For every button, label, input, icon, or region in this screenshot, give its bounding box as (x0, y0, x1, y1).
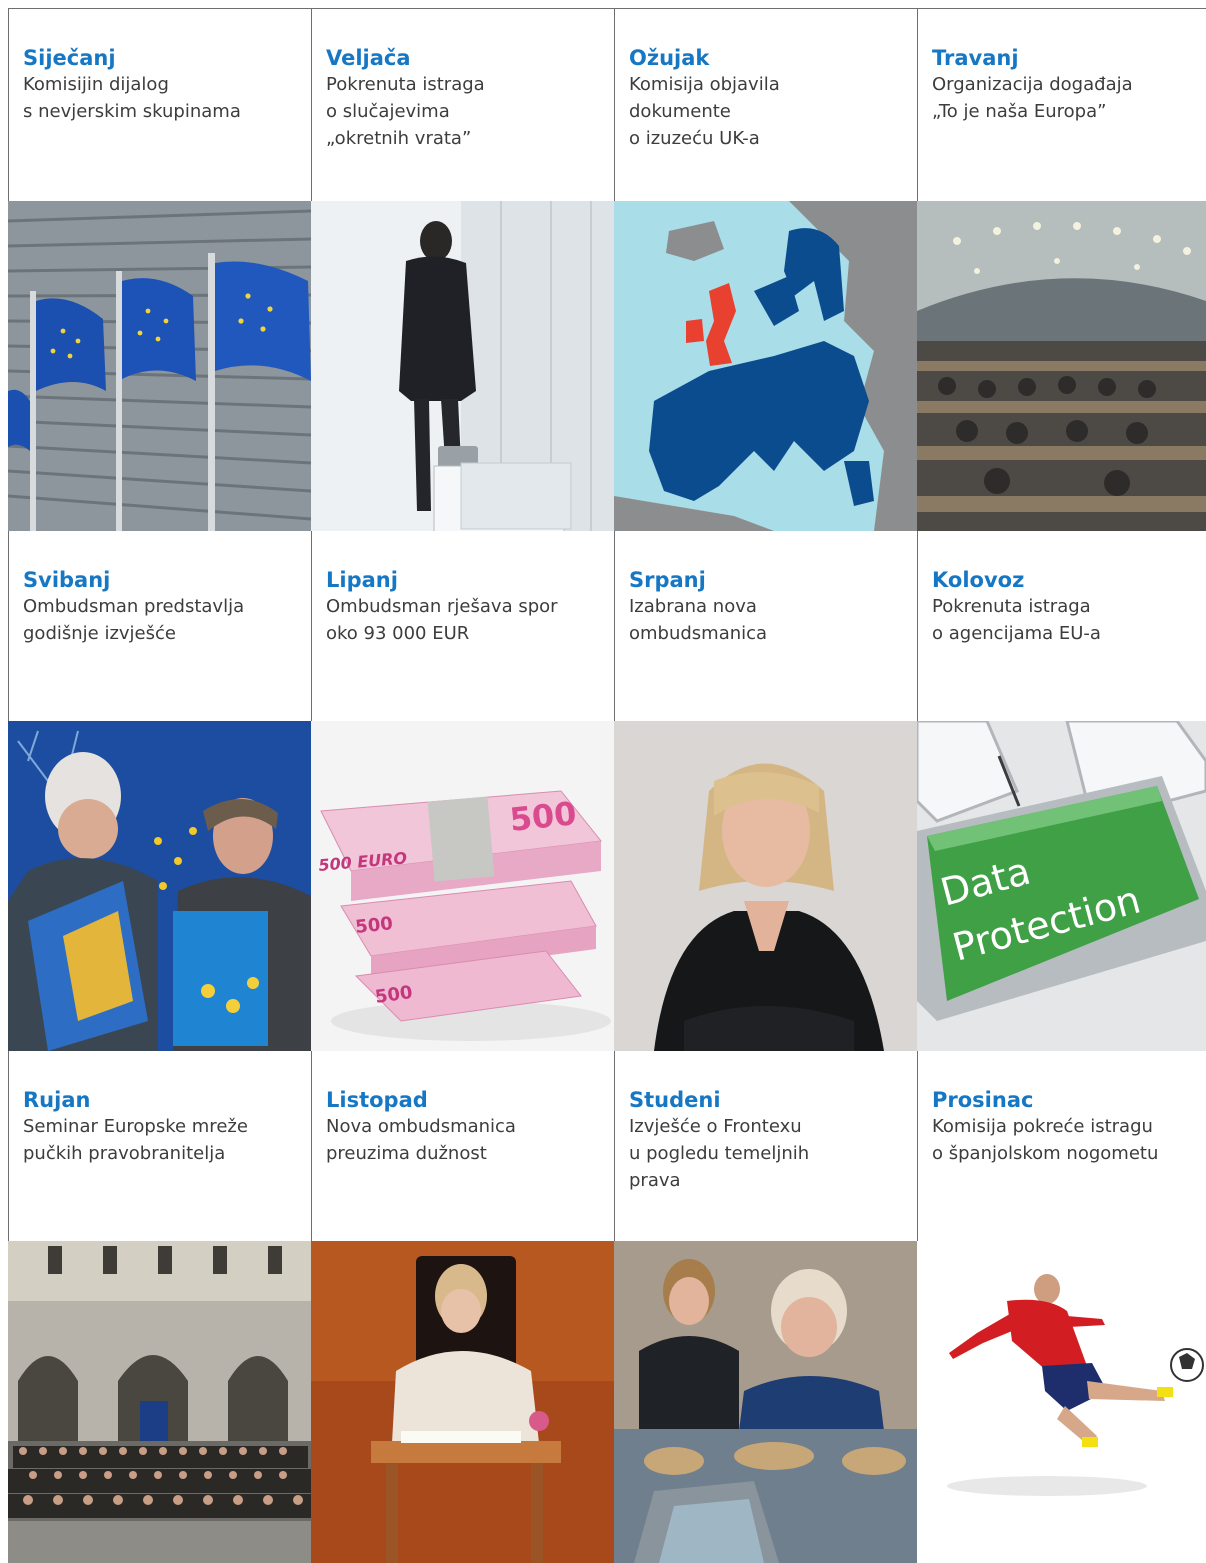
parliament-hall-image (917, 201, 1206, 531)
timeline-cell-november: Studeni Izvješće o Frontexu u pogledu te… (614, 1051, 917, 1241)
football-player-image (917, 1241, 1206, 1563)
timeline-cell-september: Rujan Seminar Europske mreže pučkih prav… (8, 1051, 311, 1241)
timeline-text-row-2: Svibanj Ombudsman predstavlja godišnje i… (8, 531, 1206, 721)
timeline-image-row-1 (8, 201, 1206, 531)
month-title: Svibanj (23, 568, 111, 592)
month-description: Organizacija događaja „To je naša Europa… (932, 74, 1133, 122)
month-title: Veljača (326, 46, 411, 70)
month-description: Izabrana nova ombudsmanica (629, 596, 768, 644)
month-title: Prosinac (932, 1088, 1034, 1112)
month-title: Travanj (932, 46, 1019, 70)
timeline-image-row-2: 500 500 EURO 500 500 Data Protection (8, 721, 1206, 1051)
month-description: Komisija pokreće istragu o španjolskom n… (932, 1116, 1159, 1164)
month-description: Nova ombudsmanica preuzima dužnost (326, 1116, 516, 1164)
timeline-cell-february: Veljača Pokrenuta istraga o slučajevima … (311, 9, 614, 201)
month-title: Lipanj (326, 568, 398, 592)
eu-flags-building-image (8, 201, 311, 531)
euro-banknotes-image: 500 500 EURO 500 500 (311, 721, 614, 1051)
month-title: Rujan (23, 1088, 91, 1112)
month-description: Ombudsman predstavlja godišnje izvješće (23, 596, 245, 644)
timeline-cell-june: Lipanj Ombudsman rješava spor oko 93 000… (311, 531, 614, 721)
timeline-text-row-1: Siječanj Komisijin dijalog s nevjerskim … (8, 9, 1206, 201)
timeline-cell-may: Svibanj Ombudsman predstavlja godišnje i… (8, 531, 311, 721)
month-description: Seminar Europske mreže pučkih pravobrani… (23, 1116, 248, 1164)
timeline-cell-october: Listopad Nova ombudsmanica preuzima dužn… (311, 1051, 614, 1241)
data-protection-key-image: Data Protection (917, 721, 1206, 1051)
timeline-cell-january: Siječanj Komisijin dijalog s nevjerskim … (8, 9, 311, 201)
month-title: Studeni (629, 1088, 721, 1112)
timeline-cell-december: Prosinac Komisija pokreće istragu o špan… (917, 1051, 1206, 1241)
ombudsman-report-image (8, 721, 311, 1051)
month-description: Komisija objavila dokumente o izuzeću UK… (629, 74, 780, 149)
month-description: Komisijin dijalog s nevjerskim skupinama (23, 74, 241, 122)
timeline-cell-april: Travanj Organizacija događaja „To je naš… (917, 9, 1206, 201)
month-description: Ombudsman rješava spor oko 93 000 EUR (326, 596, 558, 644)
month-description: Izvješće o Frontexu u pogledu temeljnih … (629, 1116, 810, 1191)
timeline-cell-august: Kolovoz Pokrenuta istraga o agencijama E… (917, 531, 1206, 721)
timeline-grid: Siječanj Komisijin dijalog s nevjerskim … (8, 8, 1206, 1563)
month-title: Ožujak (629, 46, 710, 70)
europe-map-image (614, 201, 917, 531)
month-title: Srpanj (629, 568, 706, 592)
month-description: Pokrenuta istraga o agencijama EU-a (932, 596, 1101, 644)
timeline-cell-july: Srpanj Izabrana nova ombudsmanica (614, 531, 917, 721)
timeline-text-row-3: Rujan Seminar Europske mreže pučkih prav… (8, 1051, 1206, 1241)
timeline-image-row-3 (8, 1241, 1206, 1563)
group-photo-seminar-image (8, 1241, 311, 1563)
businessman-walking-image (311, 201, 614, 531)
timeline-cell-march: Ožujak Komisija objavila dokumente o izu… (614, 9, 917, 201)
month-description: Pokrenuta istraga o slučajevima „okretni… (326, 74, 485, 149)
hearing-meeting-image (614, 1241, 917, 1563)
month-title: Listopad (326, 1088, 428, 1112)
month-title: Kolovoz (932, 568, 1025, 592)
new-ombudswoman-portrait-image (614, 721, 917, 1051)
signing-oath-image (311, 1241, 614, 1563)
month-title: Siječanj (23, 46, 116, 70)
